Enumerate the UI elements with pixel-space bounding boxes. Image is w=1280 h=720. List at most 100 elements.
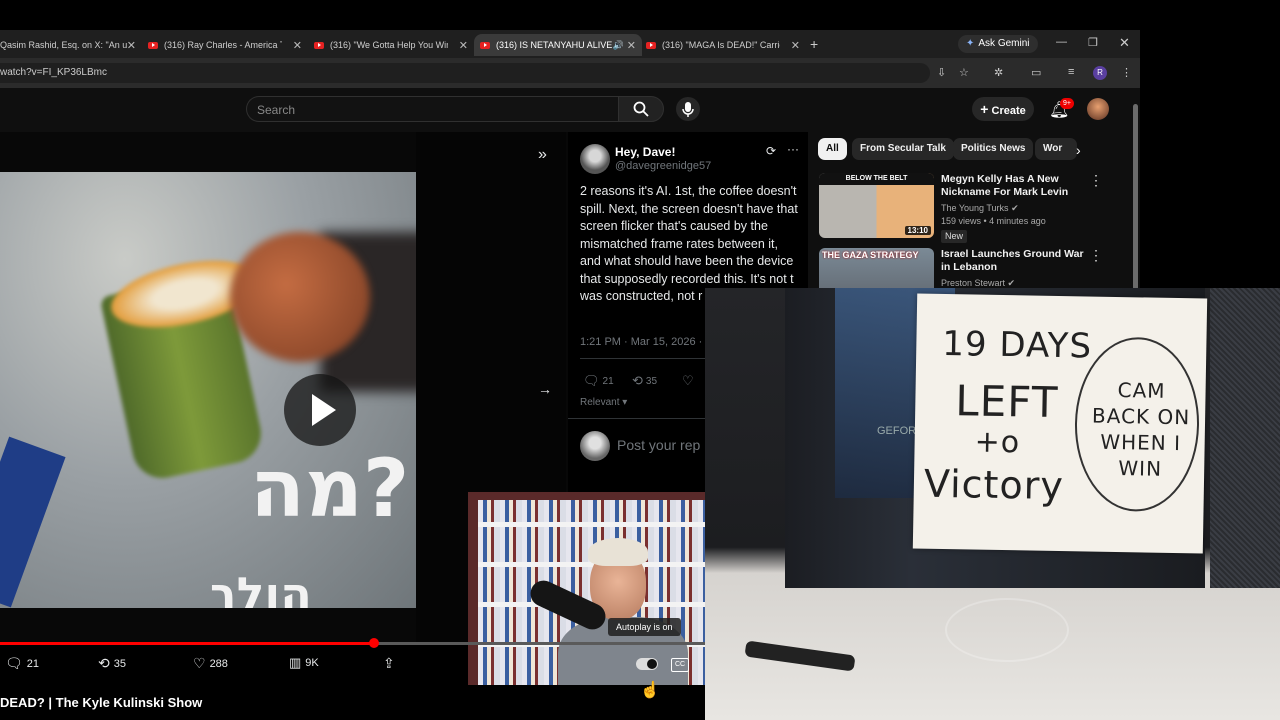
close-icon[interactable]: ✕	[627, 39, 636, 52]
play-button[interactable]	[284, 374, 356, 446]
youtube-icon	[314, 41, 324, 49]
host-person	[526, 532, 688, 685]
video-reposts[interactable]: ⟲ 35	[98, 655, 126, 672]
video-caption-line2: הולך	[210, 567, 312, 608]
repost-icon: ⟲	[98, 655, 110, 671]
tab-bar: Qasim Rashid, Esq. on X: "An u ✕ (316) R…	[0, 30, 1140, 58]
search-button[interactable]	[618, 96, 664, 122]
create-label: Create	[991, 105, 1026, 117]
close-icon[interactable]: ✕	[127, 39, 136, 52]
thumbnail-caption: THE GAZA STRATEGY	[822, 250, 919, 260]
recommendation-title[interactable]: Megyn Kelly Has A New Nickname For Mark …	[941, 173, 1086, 199]
video-hand	[230, 232, 370, 362]
verified-icon: ✔	[1011, 203, 1019, 213]
reply-icon: 🗨︎	[5, 655, 23, 671]
screen-top-strip	[0, 0, 1280, 30]
tweet-divider	[580, 358, 705, 359]
close-icon[interactable]: ✕	[791, 39, 800, 52]
media-controls-icon[interactable]: ≡	[1068, 66, 1074, 78]
extensions-icon[interactable]: ✲	[994, 66, 1003, 79]
search-icon	[633, 101, 649, 117]
tab-label: (316) "MAGA Is DEAD!" Carrie P	[662, 40, 780, 50]
sign-line4: Victory	[923, 461, 1065, 509]
create-button[interactable]: + Create	[972, 97, 1034, 121]
chip-all[interactable]: All	[818, 138, 847, 160]
gemini-sparkle-icon: ✦	[966, 38, 975, 49]
close-icon[interactable]: ✕	[293, 39, 302, 52]
main-video-frame[interactable]: מה? הולך	[0, 172, 416, 608]
autoplay-toggle[interactable]	[636, 658, 658, 670]
grok-icon[interactable]: ⟳	[766, 144, 776, 158]
rgb-mesh	[1210, 288, 1280, 588]
tab-netanyahu[interactable]: (316) IS NETANYAHU ALIVE 🔊 ✕	[474, 34, 642, 56]
tweet-author-name[interactable]: Hey, Dave!	[615, 145, 675, 159]
recommendation-thumbnail[interactable]: BELOW THE BELT 13:10	[819, 173, 934, 238]
collapse-chevron-icon[interactable]: »	[538, 146, 547, 164]
ask-gemini-button[interactable]: ✦ Ask Gemini	[958, 35, 1038, 53]
window-close-icon[interactable]: ✕	[1119, 35, 1130, 51]
video-caption-line1: מה?	[250, 442, 410, 535]
url-field[interactable]: watch?v=FI_KP36LBmc	[0, 63, 930, 83]
more-actions-icon[interactable]: ⋮	[1089, 172, 1103, 189]
video-views[interactable]: ▥ 9K	[289, 655, 319, 671]
captions-button[interactable]: CC	[671, 658, 689, 672]
search-input[interactable]: Search	[246, 96, 618, 122]
profile-avatar[interactable]: R	[1093, 66, 1107, 80]
chevron-right-icon[interactable]: ›	[1076, 142, 1081, 158]
thumbnail-caption: BELOW THE BELT	[819, 173, 934, 185]
autoplay-tooltip: Autoplay is on	[608, 618, 681, 636]
duration-badge: 13:10	[904, 226, 931, 235]
chip-politics-news[interactable]: Politics News	[953, 138, 1034, 160]
tweet-likes[interactable]: ♡	[682, 373, 694, 389]
verified-icon: ✔	[1007, 278, 1016, 288]
microphone-icon	[682, 102, 694, 117]
tweet-replies[interactable]: 🗨︎ 21	[583, 373, 614, 389]
new-tab-button[interactable]: +	[810, 36, 818, 52]
heart-icon: ♡	[193, 655, 206, 671]
progress-scrubber[interactable]	[368, 638, 379, 648]
video-replies[interactable]: 🗨︎ 21	[5, 655, 39, 672]
minimize-icon[interactable]: —	[1056, 36, 1067, 48]
share-button[interactable]: ⇪	[383, 655, 395, 672]
host-hair	[588, 538, 648, 566]
sign-line1: 19 DAYS	[942, 323, 1093, 367]
tab-ray-charles[interactable]: (316) Ray Charles - America Th ✕	[148, 34, 304, 56]
tab-label: Qasim Rashid, Esq. on X: "An u	[0, 40, 128, 50]
tab-qasim-rashid[interactable]: Qasim Rashid, Esq. on X: "An u ✕	[0, 34, 138, 56]
user-avatar[interactable]	[1087, 98, 1109, 120]
tweet-author-handle[interactable]: @davegreenidge57	[615, 160, 711, 172]
youtube-icon	[148, 41, 158, 49]
tweet-author-avatar[interactable]	[580, 144, 610, 174]
post-reply-input[interactable]: Post your rep	[617, 437, 700, 453]
notifications-button[interactable]: 🔔︎ 9+	[1049, 98, 1074, 120]
recommendation-title[interactable]: Israel Launches Ground War in Lebanon	[941, 248, 1086, 274]
tweet-reposts[interactable]: ⟲ 35	[632, 373, 657, 389]
install-app-icon[interactable]: ⇩	[937, 66, 946, 79]
scrollbar-thumb[interactable]	[1133, 104, 1138, 290]
tweet-timestamp[interactable]: 1:21 PM · Mar 15, 2026 · 9	[580, 336, 711, 348]
shelf-board	[478, 522, 705, 527]
bookmark-star-icon[interactable]: ☆	[959, 66, 969, 79]
sidebar-icon[interactable]: ▭	[1031, 66, 1041, 79]
restore-icon[interactable]: ❐	[1088, 36, 1098, 49]
tab-we-gotta-help[interactable]: (316) "We Gotta Help You Win!" ✕	[314, 34, 470, 56]
reply-avatar	[580, 431, 610, 461]
arrow-right-icon[interactable]: →	[538, 381, 552, 397]
more-options-icon[interactable]: ···	[787, 142, 799, 156]
chip-world[interactable]: Wor	[1035, 138, 1077, 160]
chip-from-secular-talk[interactable]: From Secular Talk	[852, 138, 954, 160]
speaker-icon[interactable]: 🔊	[613, 40, 624, 51]
more-actions-icon[interactable]: ⋮	[1089, 247, 1103, 264]
webcam-overlay: GEFORCE R 19 DAYS LEFT +o Victory CAM BA…	[705, 288, 1280, 720]
youtube-icon	[646, 41, 656, 49]
guest-camera	[468, 492, 705, 685]
voice-search-button[interactable]	[676, 97, 700, 121]
tab-label: (316) Ray Charles - America Th	[164, 40, 282, 50]
recommendation-channel[interactable]: The Young Turks ✔	[941, 202, 1019, 215]
reply-icon: 🗨︎	[583, 373, 600, 388]
close-icon[interactable]: ✕	[459, 39, 468, 52]
tab-maga-is-dead[interactable]: (316) "MAGA Is DEAD!" Carrie P ✕	[646, 34, 802, 56]
sort-replies-dropdown[interactable]: Relevant ▾	[580, 397, 627, 408]
chrome-menu-icon[interactable]: ⋮	[1121, 66, 1132, 79]
video-likes[interactable]: ♡ 288	[193, 655, 228, 672]
